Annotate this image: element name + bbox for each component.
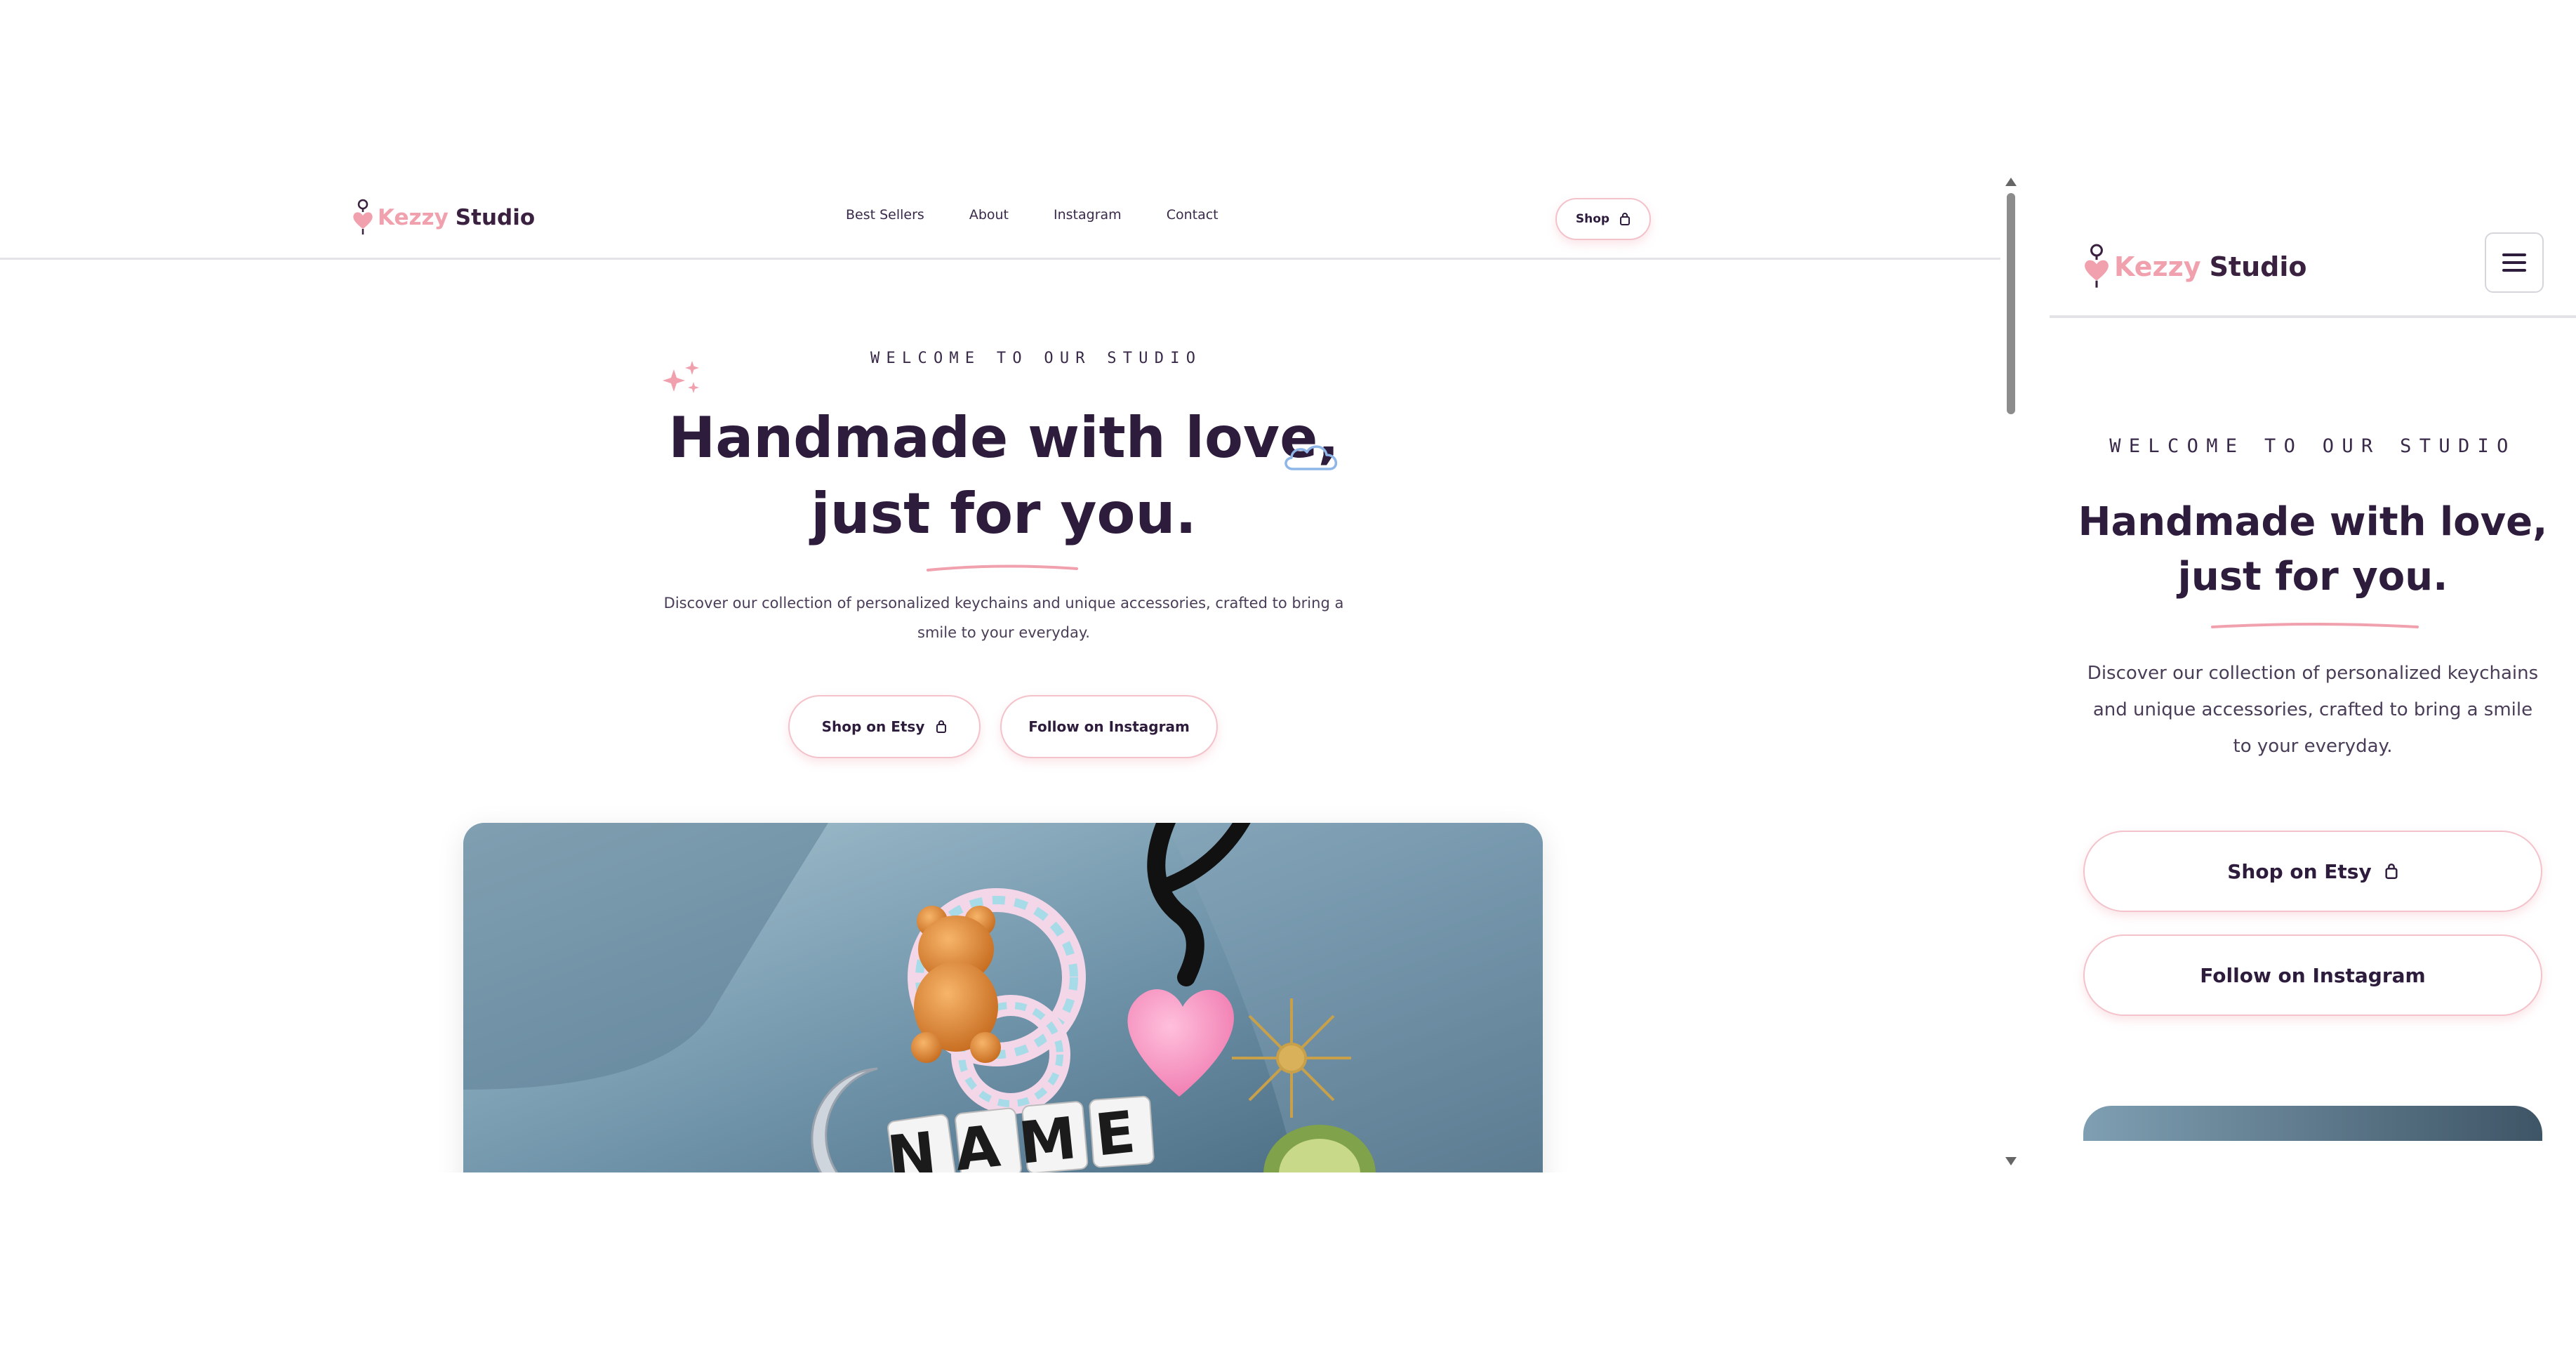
title-underline (927, 564, 1078, 571)
nav-link-about[interactable]: About (969, 207, 1009, 223)
hamburger-menu-icon-bar (2502, 269, 2526, 272)
hamburger-menu-icon-bar (2502, 261, 2526, 264)
mobile-hero-product-photo (2083, 1106, 2542, 1141)
scroll-up-arrow-icon[interactable] (2005, 178, 2017, 186)
hamburger-menu-button[interactable] (2485, 232, 2544, 293)
shopping-bag-icon (1620, 213, 1631, 225)
hamburger-menu-icon-bar (2502, 253, 2526, 256)
mobile-hero-title-line2: just for you. (2177, 554, 2448, 600)
nav-link-instagram[interactable]: Instagram (1054, 207, 1122, 223)
follow-on-instagram-label: Follow on Instagram (1028, 718, 1190, 735)
hero-title-line1: Handmade with love, (668, 405, 1339, 470)
gummy-bear-charm (911, 906, 1001, 1063)
mobile-hero-description: Discover our collection of personalized … (2087, 663, 2539, 757)
mobile-site-logo[interactable]: Kezzy Studio (2082, 242, 2306, 291)
mobile-header: Kezzy Studio (2050, 214, 2576, 318)
mobile-hero-title-line1: Handmade with love, (2078, 499, 2548, 545)
hero-title-line2: just for you. (811, 481, 1197, 546)
hero-title: Handmade with love, just for you. (632, 400, 1376, 552)
main-nav: Best Sellers About Instagram Contact (846, 207, 1219, 223)
site-logo[interactable]: Kezzy Studio (351, 198, 535, 237)
hero-product-photo: NAME (463, 823, 1543, 1172)
shop-on-etsy-button[interactable]: Shop on Etsy (788, 695, 981, 758)
shop-on-etsy-label: Shop on Etsy (821, 718, 925, 735)
cloud-icon (1284, 445, 1337, 470)
scroll-down-arrow-icon[interactable] (2005, 1157, 2017, 1165)
keychain-heart-icon (2085, 244, 2109, 288)
keychain-heart-icon (353, 199, 373, 234)
shop-button-label: Shop (1575, 212, 1610, 226)
desktop-viewport: Kezzy Studio Best Sellers About Instagra… (0, 176, 2000, 1172)
site-header: Kezzy Studio Best Sellers About Instagra… (0, 176, 2000, 260)
keychain-photo-illustration: NAME (463, 823, 1543, 1172)
nav-link-best-sellers[interactable]: Best Sellers (846, 207, 924, 223)
scrollbar-thumb[interactable] (2007, 193, 2015, 414)
mobile-follow-on-instagram-label: Follow on Instagram (2200, 963, 2426, 987)
shopping-bag-icon (2385, 864, 2398, 879)
mobile-follow-on-instagram-button[interactable]: Follow on Instagram (2083, 934, 2542, 1016)
follow-on-instagram-button[interactable]: Follow on Instagram (1000, 695, 1218, 758)
brand-name-part1: Kezzy (378, 205, 449, 230)
mobile-hero-eyebrow: WELCOME TO OUR STUDIO (2109, 435, 2516, 457)
brand-name-part1: Kezzy (2114, 251, 2201, 282)
nav-link-contact[interactable]: Contact (1167, 207, 1219, 223)
header-shop-button[interactable]: Shop (1555, 198, 1651, 240)
shopping-bag-icon (936, 720, 947, 733)
gold-sun-charm (1232, 998, 1351, 1118)
mobile-viewport: Kezzy Studio WELCOME TO OUR STUDIO Handm… (2050, 214, 2576, 1141)
mobile-hero-title: Handmade with love, just for you. (2050, 495, 2576, 604)
brand-name-part2: Studio (455, 205, 536, 230)
brand-name-part2: Studio (2209, 251, 2307, 282)
sparkle-icon (663, 361, 699, 393)
mobile-shop-on-etsy-label: Shop on Etsy (2227, 859, 2372, 883)
hero-eyebrow: WELCOME TO OUR STUDIO (870, 350, 1202, 367)
hero-description: Discover our collection of personalized … (663, 595, 1344, 641)
mobile-shop-on-etsy-button[interactable]: Shop on Etsy (2083, 831, 2542, 912)
mobile-photo-illustration (2083, 1106, 2542, 1141)
mobile-title-underline (2211, 623, 2419, 628)
